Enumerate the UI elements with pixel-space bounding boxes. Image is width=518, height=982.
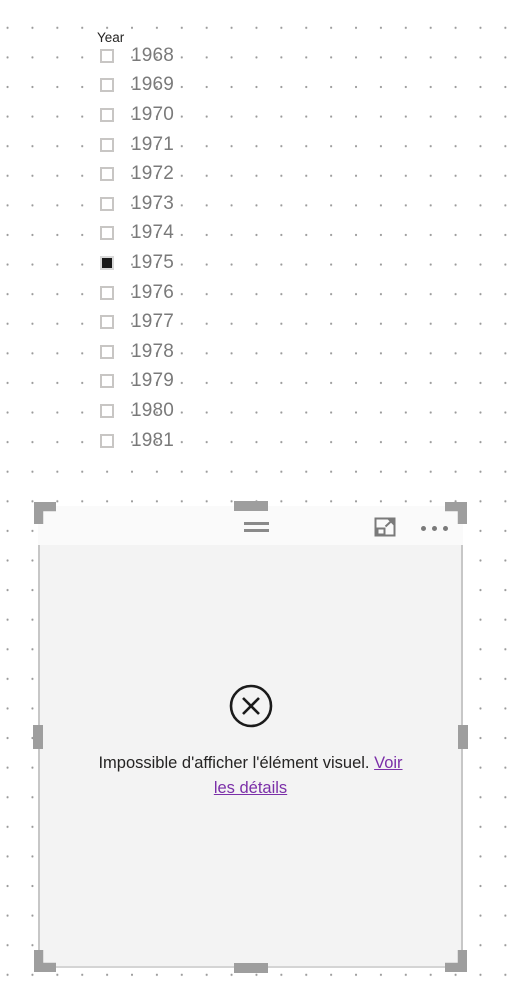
slicer-item-label: 1981 <box>131 429 175 451</box>
slicer-item[interactable]: 1974 <box>95 219 225 249</box>
more-options-icon[interactable] <box>416 512 452 542</box>
slicer-item-label: 1974 <box>131 222 175 244</box>
filter-icon-glyph <box>243 518 269 536</box>
slicer-item-list[interactable]: 1968 1969 1970 1971 1972 1973 1974 1975 1976 1977… <box>95 41 225 455</box>
error-message-text: Impossible d'afficher l'élément visuel. <box>98 754 375 772</box>
slicer-item[interactable]: 1973 <box>95 189 225 219</box>
slicer-item[interactable]: 1972 <box>95 159 225 189</box>
more-options-icon-glyph <box>418 518 451 536</box>
slicer-item-label: 1968 <box>131 44 175 66</box>
slicer-item-checkbox[interactable] <box>100 226 114 241</box>
slicer-item-checkbox[interactable] <box>100 344 114 359</box>
error-block: Impossible d'afficher l'élément visuel. … <box>96 682 406 801</box>
slicer-item-checkbox[interactable] <box>100 137 114 152</box>
slicer-item-label: 1980 <box>131 399 175 421</box>
slicer-item-label: 1979 <box>131 370 175 392</box>
slicer-item[interactable]: 1968 <box>95 41 225 71</box>
slicer-item-label: 1972 <box>131 163 175 185</box>
resize-handle-right-middle[interactable] <box>458 725 468 749</box>
slicer-item-checkbox[interactable] <box>100 196 114 211</box>
focus-mode-icon-glyph <box>374 517 396 537</box>
visual-body: Impossible d'afficher l'élément visuel. … <box>40 545 461 966</box>
slicer-item-checkbox[interactable] <box>100 255 114 270</box>
slicer-item-checkbox[interactable] <box>100 374 114 389</box>
slicer-item[interactable]: 1981 <box>95 426 225 456</box>
slicer-item-checkbox[interactable] <box>100 285 114 300</box>
error-circle-x-icon <box>96 682 406 735</box>
slicer-item[interactable]: 1970 <box>95 100 225 130</box>
slicer-item-label: 1970 <box>131 103 175 125</box>
resize-handle-bottom-middle[interactable] <box>233 963 268 973</box>
slicer-item-label: 1978 <box>131 340 175 362</box>
slicer-item[interactable]: 1978 <box>95 337 225 367</box>
slicer-item-checkbox[interactable] <box>100 167 114 182</box>
slicer-item-checkbox[interactable] <box>100 78 114 93</box>
slicer-item-checkbox[interactable] <box>100 315 114 330</box>
slicer-item-checkbox[interactable] <box>100 48 114 63</box>
resize-handle-left-middle[interactable] <box>33 725 43 749</box>
slicer-item[interactable]: 1979 <box>95 367 225 397</box>
slicer-item[interactable]: 1980 <box>95 396 225 426</box>
error-message: Impossible d'afficher l'élément visuel. … <box>96 751 406 801</box>
slicer-item[interactable]: 1969 <box>95 71 225 101</box>
slicer-item[interactable]: 1975 <box>95 248 225 278</box>
slicer-item-checkbox[interactable] <box>100 403 114 418</box>
slicer-item-checkbox[interactable] <box>100 433 114 448</box>
slicer-item[interactable]: 1976 <box>95 278 225 308</box>
slicer-item-label: 1973 <box>131 192 175 214</box>
filter-icon[interactable] <box>236 514 276 540</box>
focus-mode-icon[interactable] <box>370 512 400 542</box>
slicer-item-label: 1971 <box>131 133 175 155</box>
slicer-item-label: 1975 <box>131 251 175 273</box>
visual-container[interactable]: Impossible d'afficher l'élément visuel. … <box>33 501 468 973</box>
slicer-item[interactable]: 1971 <box>95 130 225 160</box>
year-slicer[interactable]: Year 1968 1969 1970 1971 1972 1973 1974 1975 197… <box>95 30 225 460</box>
slicer-item-label: 1969 <box>131 74 175 96</box>
resize-handle-top-middle[interactable] <box>233 501 268 511</box>
slicer-item-checkbox[interactable] <box>100 107 114 122</box>
slicer-item[interactable]: 1977 <box>95 307 225 337</box>
slicer-item-label: 1976 <box>131 281 175 303</box>
slicer-item-label: 1977 <box>131 311 175 333</box>
